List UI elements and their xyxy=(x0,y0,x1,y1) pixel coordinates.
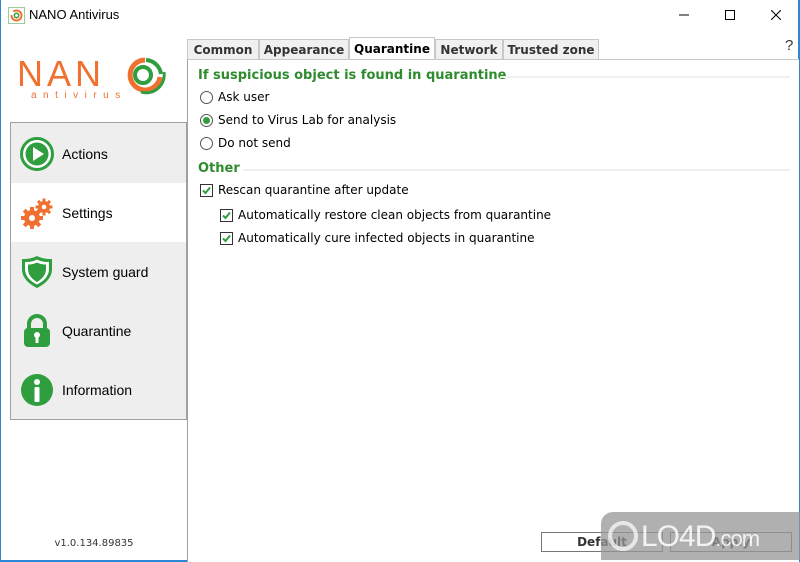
sidebar-item-settings[interactable]: Settings xyxy=(11,183,186,242)
tab-network[interactable]: Network xyxy=(435,39,503,59)
radio-button[interactable] xyxy=(200,136,213,150)
section-title-suspicious: If suspicious object is found in quarant… xyxy=(198,68,507,83)
watermark-suffix: .com xyxy=(715,526,760,551)
checkbox-rescan-quarantine[interactable]: Rescan quarantine after update xyxy=(200,183,409,197)
sidebar-item-label: Settings xyxy=(62,204,113,221)
radio-do-not-send[interactable]: Do not send xyxy=(200,136,291,150)
watermark-logo-icon xyxy=(608,521,638,551)
section-divider xyxy=(243,169,790,171)
radio-button-selected[interactable] xyxy=(200,113,213,127)
radio-button[interactable] xyxy=(200,90,213,104)
option-label: Rescan quarantine after update xyxy=(218,183,409,197)
radio-send-to-virus-lab[interactable]: Send to Virus Lab for analysis xyxy=(200,113,396,127)
minimize-icon xyxy=(679,14,689,16)
sidebar-item-system-guard[interactable]: System guard xyxy=(11,242,186,301)
maximize-button[interactable] xyxy=(707,0,753,30)
sidebar-item-label: System guard xyxy=(62,263,149,280)
play-circle-icon xyxy=(20,136,54,171)
checkbox-checked[interactable] xyxy=(220,231,233,245)
checkmark-icon xyxy=(202,186,211,194)
window-title: NANO Antivirus xyxy=(29,7,120,22)
logo-o-ring-icon xyxy=(127,57,166,95)
section-title-other: Other xyxy=(198,161,240,176)
sidebar-item-actions[interactable]: Actions xyxy=(11,124,186,183)
sidebar-item-information[interactable]: Information xyxy=(11,360,186,419)
checkmark-icon xyxy=(222,211,231,219)
sidebar-item-label: Quarantine xyxy=(62,322,132,339)
option-label: Do not send xyxy=(218,136,291,150)
checkbox-restore-clean-objects[interactable]: Automatically restore clean objects from… xyxy=(220,208,551,222)
logo-subtitle: antivirus xyxy=(31,90,127,101)
gears-icon xyxy=(21,198,53,229)
version-label: v1.0.134.89835 xyxy=(54,538,134,549)
nano-antivirus-logo: NAN antivirus xyxy=(17,53,166,101)
watermark-brand: LO4D xyxy=(641,520,716,553)
option-label: Automatically cure infected objects in q… xyxy=(238,231,535,245)
lo4d-watermark: LO4D.com xyxy=(601,512,800,560)
title-bar: NANO Antivirus xyxy=(1,0,798,31)
tab-appearance[interactable]: Appearance xyxy=(259,39,349,59)
checkmark-icon xyxy=(222,234,231,242)
help-button[interactable]: ? xyxy=(785,37,793,54)
watermark-text: LO4D.com xyxy=(641,520,760,554)
padlock-icon xyxy=(24,313,50,347)
app-icon xyxy=(8,7,25,24)
shield-icon xyxy=(22,255,52,288)
close-icon xyxy=(771,10,781,20)
section-divider xyxy=(500,76,790,78)
option-label: Send to Virus Lab for analysis xyxy=(218,113,397,127)
checkbox-cure-infected-objects[interactable]: Automatically cure infected objects in q… xyxy=(220,231,535,245)
close-button[interactable] xyxy=(753,0,799,30)
minimize-button[interactable] xyxy=(661,0,707,30)
tab-trusted-zone[interactable]: Trusted zone xyxy=(503,39,599,59)
sidebar-item-quarantine[interactable]: Quarantine xyxy=(11,301,186,360)
checkbox-checked[interactable] xyxy=(200,183,213,197)
app-window: NANO Antivirus NAN antivirus Actions Set… xyxy=(0,0,800,562)
info-icon xyxy=(21,373,53,406)
maximize-icon xyxy=(725,10,735,20)
logo-word: NAN xyxy=(17,53,105,94)
tab-common[interactable]: Common xyxy=(187,39,259,59)
option-label: Ask user xyxy=(218,90,270,104)
checkbox-checked[interactable] xyxy=(220,208,233,222)
option-label: Automatically restore clean objects from… xyxy=(238,208,552,222)
quarantine-settings-panel: If suspicious object is found in quarant… xyxy=(187,59,799,562)
radio-ask-user[interactable]: Ask user xyxy=(200,90,269,104)
sidebar-item-label: Information xyxy=(62,381,133,398)
sidebar-nav: Actions Settings System guard Quarantine… xyxy=(10,122,187,420)
sidebar-item-label: Actions xyxy=(62,145,108,162)
tab-quarantine[interactable]: Quarantine xyxy=(349,37,435,60)
